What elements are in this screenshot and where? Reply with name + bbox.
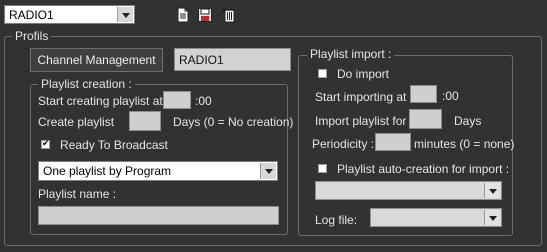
radio-select[interactable]: RADIO1 — [4, 5, 135, 24]
chevron-down-icon[interactable] — [117, 7, 133, 22]
chevron-down-icon[interactable] — [484, 210, 500, 225]
channel-management-button[interactable]: Channel Management — [30, 48, 163, 72]
log-file-select[interactable] — [370, 208, 502, 227]
auto-creation-select[interactable] — [315, 181, 502, 200]
start-importing-label: Start importing at — [315, 90, 407, 104]
create-playlist-days-input[interactable] — [129, 111, 161, 131]
start-importing-suffix: :00 — [442, 89, 459, 103]
periodicity-input[interactable] — [375, 133, 411, 151]
delete-icon[interactable] — [221, 7, 237, 23]
channel-name-value: RADIO1 — [179, 53, 224, 67]
radio-select-value: RADIO1 — [9, 8, 54, 22]
import-playlist-label: Import playlist for — [315, 114, 407, 128]
periodicity-label: Periodicity : — [312, 137, 375, 151]
save-icon[interactable] — [197, 7, 213, 23]
chevron-down-icon[interactable] — [484, 183, 500, 198]
playlist-import-legend: Playlist import : — [307, 47, 395, 61]
start-creating-hour-input[interactable] — [163, 91, 191, 109]
create-playlist-label: Create playlist — [38, 115, 115, 129]
import-playlist-suffix: Days — [454, 114, 482, 128]
playlist-mode-select[interactable]: One playlist by Program — [38, 161, 278, 181]
ready-to-broadcast-checkbox[interactable] — [41, 138, 50, 149]
start-creating-suffix: :00 — [195, 94, 212, 108]
auto-creation-label: Playlist auto-creation for import : — [337, 162, 510, 176]
do-import-checkbox[interactable] — [318, 69, 327, 78]
start-creating-label: Start creating playlist at — [38, 94, 163, 108]
playlist-name-label: Playlist name : — [38, 187, 117, 201]
do-import-label: Do import — [337, 67, 390, 81]
log-file-label: Log file: — [315, 213, 358, 227]
chevron-down-icon[interactable] — [260, 163, 276, 179]
profils-legend: Profils — [12, 29, 52, 43]
auto-creation-checkbox[interactable] — [318, 164, 327, 173]
ready-to-broadcast-label: Ready To Broadcast — [60, 138, 168, 152]
playlist-mode-value: One playlist by Program — [43, 164, 172, 178]
playlist-creation-legend: Playlist creation : — [38, 77, 135, 91]
start-importing-hour-input[interactable] — [410, 85, 437, 103]
import-playlist-days-input[interactable] — [409, 109, 442, 129]
new-document-icon[interactable] — [175, 7, 191, 23]
create-playlist-suffix: Days (0 = No creation) — [173, 115, 294, 129]
channel-name-field[interactable]: RADIO1 — [174, 48, 291, 71]
playlist-name-input[interactable] — [38, 206, 279, 225]
periodicity-suffix: minutes (0 = none) — [414, 137, 515, 151]
